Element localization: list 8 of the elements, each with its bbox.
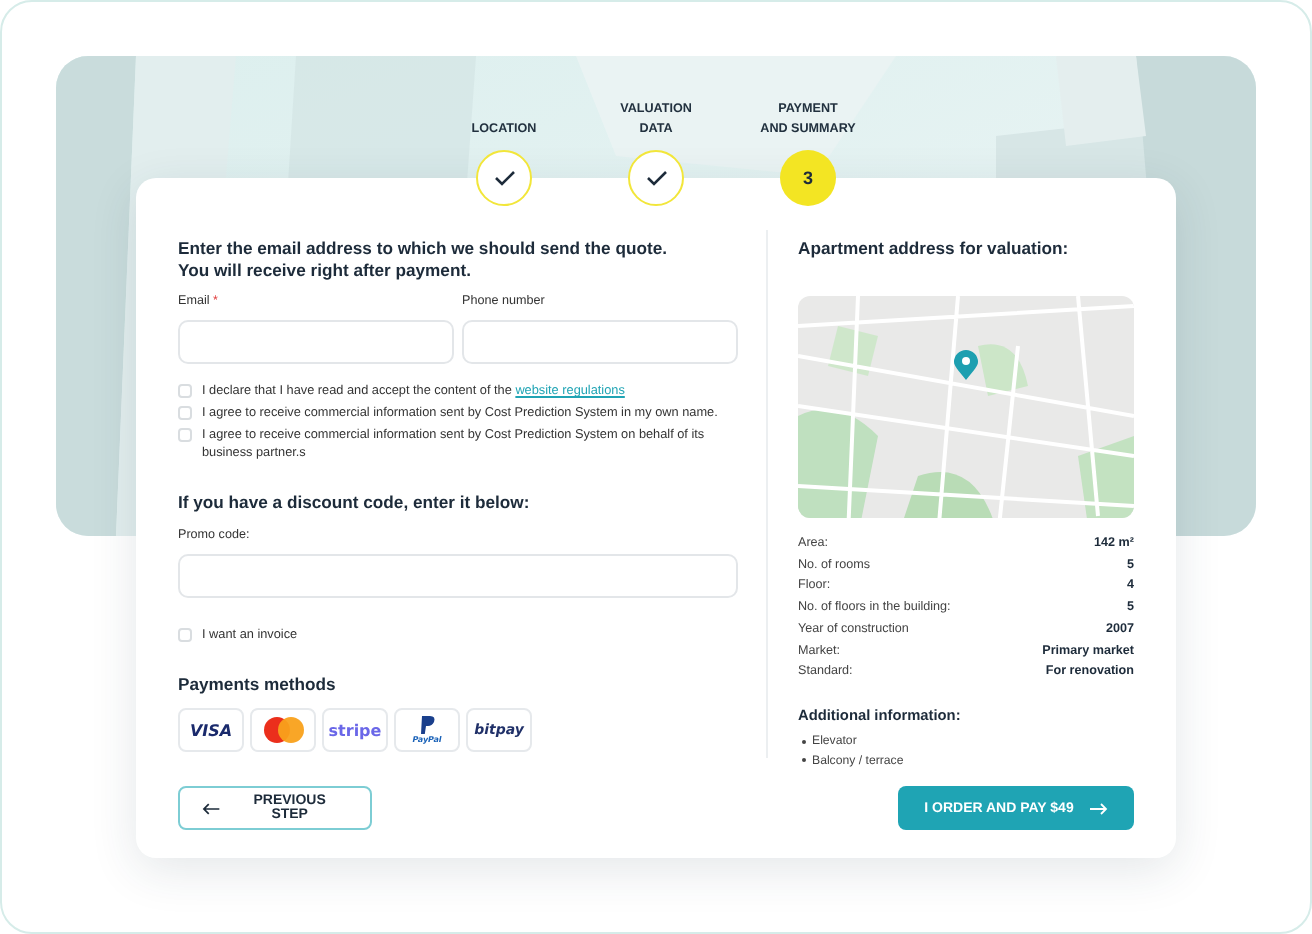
arrow-left-icon: [202, 801, 220, 815]
promo-code-field[interactable]: [178, 554, 738, 598]
arrow-right-icon: [1089, 801, 1108, 815]
checkbox[interactable]: [178, 628, 192, 642]
section-heading: Payments methods: [178, 674, 338, 696]
mastercard-logo[interactable]: [250, 708, 316, 752]
visa-logo[interactable]: VISA: [178, 708, 244, 752]
stripe-logo[interactable]: stripe: [322, 708, 388, 752]
